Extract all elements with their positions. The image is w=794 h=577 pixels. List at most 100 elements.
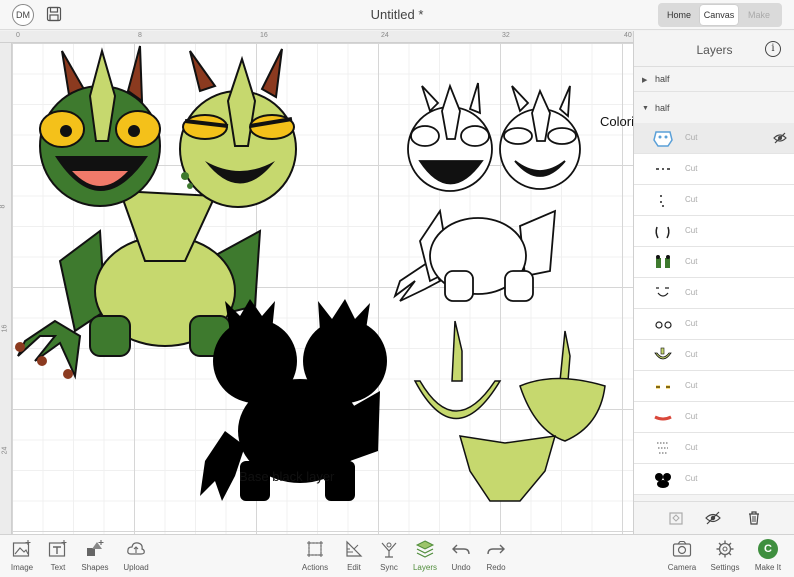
camera-button[interactable]: Camera [662, 539, 702, 577]
layer-row[interactable]: Cut [634, 185, 794, 216]
layer-operation-label: Cut [685, 226, 698, 235]
camera-icon [672, 540, 692, 557]
upload-label: Upload [123, 563, 149, 572]
sync-button[interactable]: Sync [369, 539, 409, 577]
undo-button[interactable]: Undo [441, 539, 481, 577]
layer-row[interactable]: Cut [634, 340, 794, 371]
layer-group-name: half [655, 74, 670, 84]
undo-icon [452, 544, 470, 555]
layer-thumbnail [656, 168, 670, 170]
layer-thumbnail [656, 287, 669, 297]
sync-label: Sync [380, 563, 398, 572]
collapse-arrow-icon[interactable]: ▼ [642, 105, 649, 112]
make-mode-button[interactable]: Make [740, 5, 778, 25]
edit-icon [346, 540, 363, 557]
layer-row[interactable]: Cut [634, 247, 794, 278]
app-window: DM Untitled * Home Canvas Make 0 8 16 24… [0, 0, 794, 577]
upload-button[interactable]: Upload [116, 539, 156, 577]
image-icon [12, 540, 31, 557]
layer-thumbnail [654, 347, 672, 360]
layer-operation-label: Cut [685, 257, 698, 266]
layer-thumbnail [656, 385, 670, 389]
layer-row[interactable]: Cut [634, 216, 794, 247]
actions-icon [307, 541, 323, 557]
layer-thumbnail [655, 473, 671, 488]
layer-row[interactable]: Cut [634, 464, 794, 495]
make-it-icon: C [758, 539, 778, 559]
redo-button[interactable]: Redo [476, 539, 516, 577]
shapes-button[interactable]: Shapes [75, 539, 115, 577]
layer-operation-label: Cut [685, 288, 698, 297]
home-mode-button[interactable]: Home [660, 5, 698, 25]
layers-button[interactable]: Layers [405, 539, 445, 577]
layer-row[interactable]: Cut [634, 433, 794, 464]
layer-operation-label: Cut [685, 195, 698, 204]
layers-label: Layers [412, 563, 437, 572]
layer-thumbnail [657, 442, 669, 454]
canvas-mode-button[interactable]: Canvas [700, 5, 738, 25]
edit-button[interactable]: Edit [334, 539, 374, 577]
image-button[interactable]: Image [2, 539, 42, 577]
layer-operation-label: Cut [685, 133, 698, 142]
text-label: Text [50, 563, 66, 572]
upload-icon [127, 542, 145, 555]
layer-operation-label: Cut [685, 164, 698, 173]
info-icon[interactable]: i [765, 41, 781, 57]
layer-thumbnail [653, 131, 673, 147]
attach-icon[interactable] [668, 510, 684, 526]
layer-group-half[interactable]: ▶ half [634, 68, 794, 92]
edit-label: Edit [347, 563, 361, 572]
save-icon[interactable] [46, 6, 62, 22]
light-green-pieces[interactable] [413, 320, 606, 502]
trash-icon[interactable] [746, 510, 762, 526]
visibility-eye-icon[interactable] [773, 132, 787, 144]
outline-dragon[interactable] [393, 82, 581, 302]
shapes-icon [87, 540, 104, 556]
layer-thumbnail [654, 415, 672, 421]
design-canvas[interactable]: 0 8 16 24 32 40 8 16 24 Color Base black… [0, 31, 633, 534]
image-label: Image [10, 563, 34, 572]
layer-thumbnail [656, 255, 670, 268]
layer-row[interactable]: Cut [634, 123, 794, 154]
bottom-toolbar: Image Text Shapes Upload Actions Edit Sy… [0, 534, 794, 577]
layer-row[interactable]: Cut [634, 402, 794, 433]
make-it-label: Make It [754, 563, 782, 572]
redo-label: Redo [486, 563, 506, 572]
sync-icon [381, 542, 397, 558]
layer-row[interactable]: Cut [634, 154, 794, 185]
make-it-button[interactable]: C Make It [748, 539, 788, 577]
layers-icon [415, 540, 435, 558]
settings-label: Settings [710, 563, 740, 572]
expand-arrow-icon[interactable]: ▶ [642, 76, 647, 84]
layer-group-name: half [655, 103, 670, 113]
layer-operation-label: Cut [685, 443, 698, 452]
layer-operation-label: Cut [685, 474, 698, 483]
top-bar: DM Untitled * Home Canvas Make [0, 0, 794, 30]
layer-operation-label: Cut [685, 350, 698, 359]
coloring-layer-annotation: Coloring layer [600, 114, 633, 129]
text-icon [48, 540, 67, 557]
text-button[interactable]: Text [38, 539, 78, 577]
layers-panel: Layers i ▶ half ▼ half Cut Cut Cut Cut C… [633, 31, 794, 534]
shapes-label: Shapes [81, 563, 109, 572]
canvas-artwork [15, 45, 606, 502]
settings-button[interactable]: Settings [705, 539, 745, 577]
layer-group-half[interactable]: ▼ half [634, 97, 794, 121]
layer-operation-label: Cut [685, 319, 698, 328]
layers-footer [634, 501, 794, 534]
layer-row[interactable]: Cut [634, 278, 794, 309]
layers-header: Layers i [634, 31, 794, 67]
layer-row[interactable]: Cut [634, 371, 794, 402]
undo-label: Undo [451, 563, 471, 572]
actions-button[interactable]: Actions [295, 539, 335, 577]
layer-thumbnail [655, 226, 670, 239]
layer-thumbnail [660, 195, 664, 207]
base-black-layer-annotation: Base black layer [239, 469, 335, 484]
user-avatar[interactable]: DM [12, 4, 34, 26]
layer-row[interactable]: Cut [634, 309, 794, 340]
hide-icon[interactable] [705, 510, 721, 526]
layer-operation-label: Cut [685, 381, 698, 390]
layer-thumbnail [655, 321, 672, 329]
mode-switcher: Home Canvas Make [658, 3, 782, 27]
actions-label: Actions [301, 563, 329, 572]
